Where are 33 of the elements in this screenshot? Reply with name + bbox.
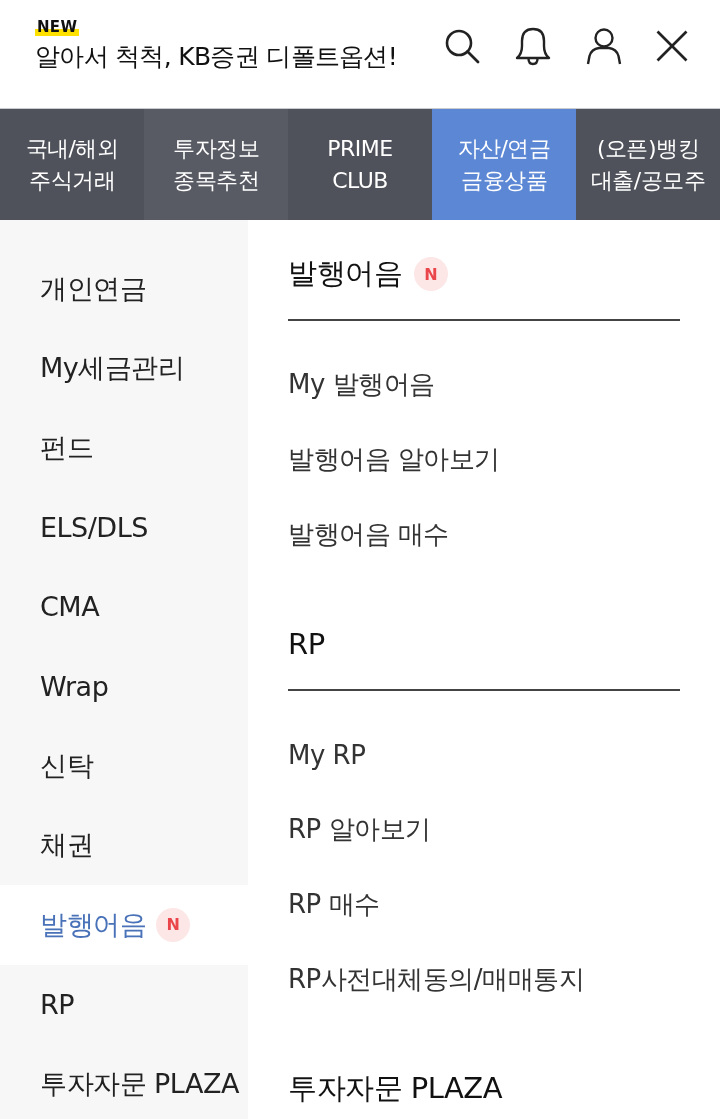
menu-link[interactable]: RP 알아보기 [288, 792, 431, 867]
category-tab[interactable]: 투자정보 종목추천 [144, 109, 288, 220]
sidebar-item[interactable]: Wrap [0, 646, 248, 726]
sidebar-item[interactable]: RP [0, 964, 248, 1044]
sidebar-item[interactable]: My세금관리 [0, 328, 248, 408]
sidebar-item[interactable]: 펀드 [0, 408, 248, 488]
category-tab[interactable]: 국내/해외 주식거래 [0, 109, 144, 220]
menu-link[interactable]: 발행어음 알아보기 [288, 422, 500, 497]
new-badge: N [414, 257, 448, 291]
sidebar-item[interactable]: 신탁 [0, 726, 248, 806]
menu-link[interactable]: RP 매수 [288, 867, 380, 942]
sidebar-item[interactable]: 투자자문 PLAZA [0, 1044, 248, 1119]
category-tab[interactable]: PRIME CLUB [288, 109, 432, 220]
section-title: 투자자문 PLAZA [288, 1070, 503, 1107]
sidebar-item[interactable]: 개인연금 [0, 249, 248, 329]
category-tab[interactable]: (오픈)뱅킹 대출/공모주 [576, 109, 720, 220]
category-tab[interactable]: 자산/연금 금융상품 [432, 109, 576, 220]
sidebar-item[interactable]: 발행어음 N [0, 885, 248, 965]
sidebar-item[interactable]: 채권 [0, 805, 248, 885]
menu-link[interactable]: 발행어음 매수 [288, 497, 449, 572]
menu-link[interactable]: My 발행어음 [288, 347, 435, 422]
new-badge: N [156, 907, 190, 942]
sidebar-item[interactable]: ELS/DLS [0, 487, 248, 567]
section-title: RP [288, 627, 325, 661]
search-icon[interactable] [444, 28, 480, 64]
promo-title[interactable]: 알아서 척척, KB증권 디폴트옵션! [35, 38, 398, 75]
close-icon[interactable] [656, 30, 688, 62]
section-title: 발행어음 [288, 255, 402, 292]
user-icon[interactable] [586, 27, 622, 65]
sidebar-item[interactable]: CMA [0, 567, 248, 647]
bell-icon[interactable] [514, 26, 552, 66]
menu-link[interactable]: RP사전대체동의/매매통지 [288, 942, 584, 1017]
menu-link[interactable]: My RP [288, 717, 366, 792]
